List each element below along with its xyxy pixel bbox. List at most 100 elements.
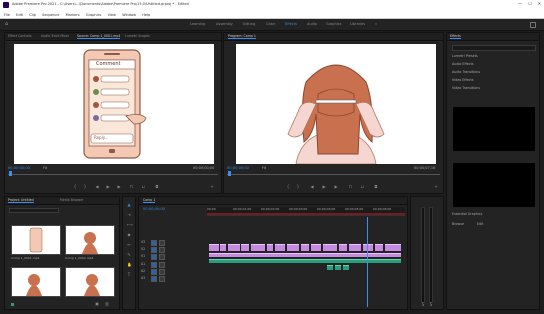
a3-target-toggle[interactable] bbox=[151, 276, 157, 282]
video-clip[interactable] bbox=[209, 244, 219, 251]
audio-clip[interactable] bbox=[327, 265, 333, 270]
menu-graphics[interactable]: Graphics bbox=[86, 13, 101, 18]
workspace-effects[interactable]: Effects bbox=[285, 22, 297, 27]
video-clip-v1[interactable] bbox=[209, 253, 401, 257]
solo-left-icon[interactable]: S bbox=[421, 303, 425, 307]
export-frame-icon[interactable]: ◘ bbox=[155, 185, 159, 189]
mark-in-icon[interactable]: { bbox=[73, 185, 77, 189]
tab-project[interactable]: Project: Untitled bbox=[8, 198, 34, 204]
tab-sequence[interactable]: Comp 1 bbox=[143, 198, 156, 204]
a2-lock-icon[interactable] bbox=[159, 269, 165, 275]
program-add-button-icon[interactable]: + bbox=[434, 185, 438, 189]
home-icon[interactable]: ⌂ bbox=[5, 22, 8, 27]
mark-out-icon[interactable]: } bbox=[83, 185, 87, 189]
tab-media-browser[interactable]: Media Browser bbox=[60, 198, 84, 202]
tab-source[interactable]: Source: Comp 1_0001.mp4 bbox=[77, 34, 121, 40]
program-step-forward-icon[interactable]: ▶ bbox=[334, 185, 338, 189]
new-item-icon[interactable]: ▣ bbox=[95, 302, 99, 306]
video-clip[interactable] bbox=[311, 244, 321, 251]
time-ruler[interactable]: 00;00 00;00;01;00 00;00;02;00 00;00;03;0… bbox=[207, 207, 405, 216]
extract-icon[interactable]: ⊔ bbox=[360, 185, 364, 189]
program-mark-out-icon[interactable]: } bbox=[296, 185, 300, 189]
workspace-audio[interactable]: Audio bbox=[307, 22, 317, 27]
audio-clip-a1[interactable] bbox=[209, 259, 401, 263]
menu-window[interactable]: Window bbox=[122, 13, 136, 18]
workspace-graphics[interactable]: Graphics bbox=[326, 22, 341, 27]
menu-sequence[interactable]: Sequence bbox=[42, 13, 59, 18]
timeline-timecode[interactable]: 00;00;00;00 bbox=[143, 207, 165, 212]
source-scrubber[interactable] bbox=[8, 174, 218, 175]
program-export-frame-icon[interactable]: ◘ bbox=[374, 185, 378, 189]
tab-lumetri-scopes[interactable]: Lumetri Scopes bbox=[125, 34, 150, 38]
program-playhead[interactable] bbox=[228, 171, 231, 176]
video-clip[interactable] bbox=[220, 244, 226, 251]
video-clip[interactable] bbox=[385, 244, 401, 251]
browse-tab[interactable]: Browse bbox=[452, 222, 464, 226]
tab-program[interactable]: Program: Comp 1 bbox=[228, 34, 256, 40]
video-clip[interactable] bbox=[363, 244, 373, 251]
minimize-button[interactable]: — bbox=[518, 2, 522, 6]
insert-icon[interactable]: ⊓ bbox=[129, 185, 133, 189]
lift-icon[interactable]: ⊓ bbox=[348, 185, 352, 189]
program-scrubber[interactable] bbox=[227, 174, 440, 175]
work-area-bar[interactable] bbox=[207, 213, 405, 215]
slip-tool-icon[interactable]: ↔ bbox=[127, 243, 131, 247]
video-clip[interactable] bbox=[251, 244, 265, 251]
project-item-thumb-1[interactable] bbox=[11, 225, 61, 255]
overwrite-icon[interactable]: ⊔ bbox=[141, 185, 145, 189]
search-icon[interactable] bbox=[530, 22, 536, 28]
v3-target-toggle[interactable] bbox=[151, 240, 157, 246]
pen-tool-icon[interactable]: ✎ bbox=[127, 253, 131, 257]
a1-lock-icon[interactable] bbox=[159, 262, 165, 268]
workspace-learning[interactable]: Learning bbox=[190, 22, 205, 27]
video-clip[interactable] bbox=[349, 244, 361, 251]
workspace-editing[interactable]: Editing bbox=[243, 22, 255, 27]
play-icon[interactable]: ▶ bbox=[106, 185, 110, 189]
video-clip[interactable] bbox=[287, 244, 299, 251]
effects-item-audio-effects[interactable]: Audio Effects bbox=[452, 62, 474, 66]
tab-audio-track-mixer[interactable]: Audio Track Mixer bbox=[41, 34, 69, 38]
menu-markers[interactable]: Markers bbox=[66, 13, 80, 18]
v2-target-toggle[interactable] bbox=[151, 247, 157, 253]
video-clip[interactable] bbox=[339, 244, 347, 251]
hand-tool-icon[interactable]: ✋ bbox=[127, 263, 132, 267]
program-play-icon[interactable]: ▶ bbox=[322, 185, 326, 189]
video-clip[interactable] bbox=[228, 244, 240, 251]
effects-item-audio-transitions[interactable]: Audio Transitions bbox=[452, 70, 480, 74]
track-area[interactable] bbox=[207, 217, 405, 307]
ripple-edit-tool-icon[interactable]: ⟷ bbox=[127, 223, 133, 227]
v1-target-toggle[interactable] bbox=[151, 254, 157, 260]
selection-tool-icon[interactable]: ▲ bbox=[127, 203, 131, 207]
video-clip[interactable] bbox=[267, 244, 273, 251]
menu-file[interactable]: File bbox=[4, 13, 10, 18]
step-back-icon[interactable]: ◀ bbox=[95, 185, 99, 189]
workspace-overflow[interactable]: » bbox=[375, 22, 377, 27]
video-clip[interactable] bbox=[241, 244, 249, 251]
v2-lock-icon[interactable] bbox=[159, 247, 165, 253]
timeline-playhead[interactable] bbox=[367, 217, 368, 307]
maximize-button[interactable]: ☐ bbox=[528, 2, 532, 6]
add-button-icon[interactable]: + bbox=[210, 185, 214, 189]
video-clip[interactable] bbox=[323, 244, 337, 251]
step-forward-icon[interactable]: ▶ bbox=[117, 185, 121, 189]
project-item-thumb-4[interactable] bbox=[65, 267, 115, 297]
video-clip[interactable] bbox=[301, 244, 309, 251]
program-fit-select[interactable]: Fit bbox=[262, 166, 266, 171]
solo-right-icon[interactable]: S bbox=[429, 303, 433, 307]
menu-clip[interactable]: Clip bbox=[29, 13, 36, 18]
edit-tab[interactable]: Edit bbox=[477, 222, 483, 226]
tab-effect-controls[interactable]: Effect Controls bbox=[8, 34, 31, 38]
workspace-libraries[interactable]: Libraries bbox=[350, 22, 365, 27]
a1-target-toggle[interactable] bbox=[151, 262, 157, 268]
trash-icon[interactable]: ▥ bbox=[105, 302, 109, 306]
effects-item-lumetri[interactable]: Lumetri Presets bbox=[452, 54, 478, 58]
workspace-assembly[interactable]: Assembly bbox=[216, 22, 233, 27]
menu-help[interactable]: Help bbox=[142, 13, 150, 18]
source-playhead[interactable] bbox=[9, 171, 12, 176]
video-clip[interactable] bbox=[275, 244, 285, 251]
audio-clip[interactable] bbox=[343, 265, 349, 270]
project-item-thumb-2[interactable] bbox=[65, 225, 115, 255]
video-clip[interactable] bbox=[375, 244, 383, 251]
effects-item-video-transitions[interactable]: Video Transitions bbox=[452, 86, 480, 90]
razor-tool-icon[interactable]: ◆ bbox=[127, 233, 131, 237]
